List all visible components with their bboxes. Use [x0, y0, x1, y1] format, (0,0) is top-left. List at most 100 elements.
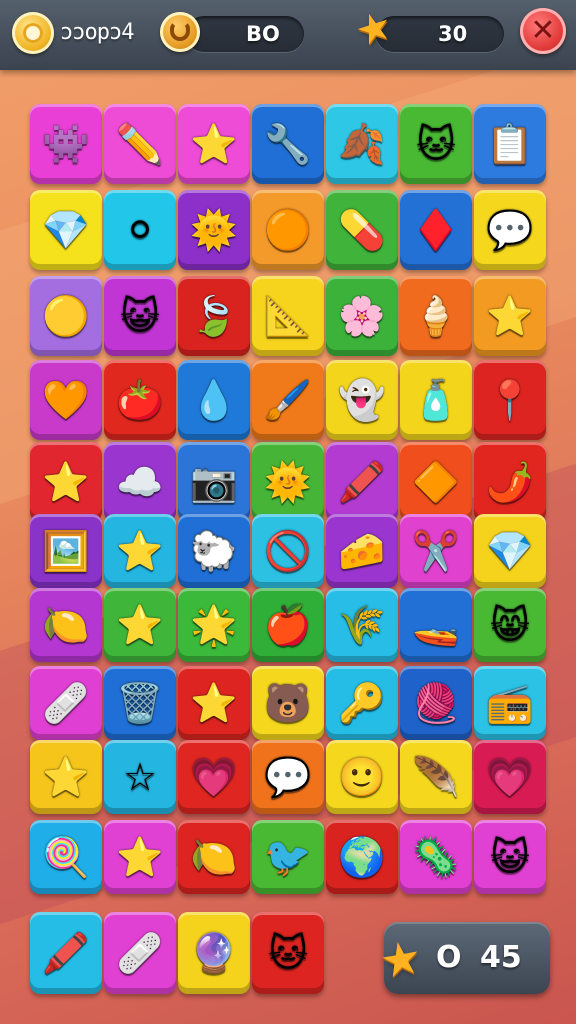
- board-tile[interactable]: ⭐: [474, 276, 546, 356]
- board-tile[interactable]: 🌸: [326, 276, 398, 356]
- board-tile[interactable]: 🐱: [400, 104, 472, 184]
- board-tile[interactable]: 🩹: [104, 912, 176, 994]
- smiling-star-icon: ⭐: [116, 603, 164, 647]
- board-tile[interactable]: 📋: [474, 104, 546, 184]
- board-tile[interactable]: 💗: [178, 740, 250, 814]
- board-tile[interactable]: 🐦: [252, 820, 324, 894]
- orange-face-icon: 🙂: [338, 755, 386, 799]
- board-tile[interactable]: 💎: [30, 190, 102, 270]
- board-tile[interactable]: 🍂: [326, 104, 398, 184]
- board-tile[interactable]: 🔮: [178, 912, 250, 994]
- board-tile[interactable]: 🍋: [178, 820, 250, 894]
- board-tile[interactable]: 🌟: [178, 588, 250, 662]
- board-tile[interactable]: ⭐: [30, 442, 102, 522]
- board-tile[interactable]: 🦠: [400, 820, 472, 894]
- board-tile[interactable]: ✂️: [400, 514, 472, 588]
- board-tile[interactable]: ⭐: [104, 514, 176, 588]
- board-tile[interactable]: 🍅: [104, 360, 176, 440]
- board-tile[interactable]: 🚤: [400, 588, 472, 662]
- board-tile[interactable]: 💎: [474, 514, 546, 588]
- board-tile[interactable]: 💧: [178, 360, 250, 440]
- board-tile[interactable]: 🧴: [400, 360, 472, 440]
- board-tile[interactable]: 📍: [474, 360, 546, 440]
- board-tile[interactable]: ⭐: [178, 104, 250, 184]
- board-tile[interactable]: 🐱: [252, 912, 324, 994]
- board-tile[interactable]: 😺: [104, 276, 176, 356]
- board-tile[interactable]: 🍦: [400, 276, 472, 356]
- speech-ring-icon: 💬: [486, 208, 534, 252]
- pink-ghost-icon: 👻: [338, 378, 386, 422]
- board-tile[interactable]: 📷: [178, 442, 250, 522]
- board-tile[interactable]: 🟡: [30, 276, 102, 356]
- score-panel: ★ O 45: [376, 922, 550, 994]
- board-tile[interactable]: 🖼️: [30, 514, 102, 588]
- board-tile[interactable]: 🟠: [252, 190, 324, 270]
- board-tile[interactable]: 🖍️: [326, 442, 398, 522]
- yellow-key-icon: 🔑: [338, 681, 386, 725]
- board-tile[interactable]: 🩹: [30, 666, 102, 740]
- cookie-star-icon: ⭐: [116, 529, 164, 573]
- board-tile[interactable]: ⭐: [104, 820, 176, 894]
- crayon-icon: 🖍️: [42, 931, 90, 975]
- board-tile[interactable]: 🖌️: [252, 360, 324, 440]
- board-tile[interactable]: 🌞: [178, 190, 250, 270]
- board-tile[interactable]: 🌶️: [474, 442, 546, 522]
- close-button[interactable]: ✕: [520, 8, 566, 54]
- board-tile[interactable]: 🧡: [30, 360, 102, 440]
- board-tile[interactable]: 🍃: [178, 276, 250, 356]
- board-tile[interactable]: 🙂: [326, 740, 398, 814]
- orange-blob-icon: 🟠: [264, 208, 312, 252]
- blue-monster-icon: 👾: [42, 122, 90, 166]
- board-tile[interactable]: 🚫: [252, 514, 324, 588]
- board-tile[interactable]: 💊: [326, 190, 398, 270]
- board-tile[interactable]: 🐑: [178, 514, 250, 588]
- board-tile[interactable]: 🐻: [252, 666, 324, 740]
- blue-feather-icon: 🪶: [412, 755, 460, 799]
- board-tile[interactable]: ✏️: [104, 104, 176, 184]
- board-tile[interactable]: 🍋: [30, 588, 102, 662]
- wire-ball-icon: 🧶: [412, 681, 460, 725]
- board-tile[interactable]: 💗: [474, 740, 546, 814]
- board-tile[interactable]: ☁️: [104, 442, 176, 522]
- board-tile[interactable]: 📐: [252, 276, 324, 356]
- board-tile[interactable]: 😺: [474, 820, 546, 894]
- board-tile[interactable]: 🖍️: [30, 912, 102, 994]
- green-star-icon: ⭐: [190, 681, 238, 725]
- board-tile[interactable]: 🔶: [400, 442, 472, 522]
- board-tile[interactable]: ☆: [104, 740, 176, 814]
- pink-eraser-icon: 🩹: [42, 681, 90, 725]
- top-bar: ɔɔopɔ4 BO 30 ★ ✕: [0, 0, 576, 70]
- board-tile[interactable]: 👾: [30, 104, 102, 184]
- board-tile[interactable]: 💬: [474, 190, 546, 270]
- board-tile[interactable]: 🔧: [252, 104, 324, 184]
- board-tile[interactable]: 🧀: [326, 514, 398, 588]
- board-tile[interactable]: 🧶: [400, 666, 472, 740]
- board-tile[interactable]: 🗑️: [104, 666, 176, 740]
- board-tile[interactable]: 😸: [474, 588, 546, 662]
- compass-tool-icon: 📐: [264, 294, 312, 338]
- smiling-star-icon: ⭐: [190, 122, 238, 166]
- board-tile[interactable]: ⭐: [30, 740, 102, 814]
- board-tile[interactable]: ⭐: [104, 588, 176, 662]
- board-tile[interactable]: 🌾: [326, 588, 398, 662]
- fox-face-icon: 🐱: [268, 931, 308, 975]
- board-tile[interactable]: 🪶: [400, 740, 472, 814]
- board-tile[interactable]: ♦️: [400, 190, 472, 270]
- pink-ball-icon: 🔮: [190, 931, 238, 975]
- radio-icon: 📻: [486, 681, 534, 725]
- board-tile[interactable]: 📻: [474, 666, 546, 740]
- score-left-value: O: [436, 940, 462, 975]
- board-tile[interactable]: 👻: [326, 360, 398, 440]
- board-tile[interactable]: 🍎: [252, 588, 324, 662]
- picture-card-icon: 🖼️: [42, 529, 90, 573]
- smiling-star-icon: ⭐: [42, 460, 90, 504]
- board-tile[interactable]: 🔑: [326, 666, 398, 740]
- teal-starfish-icon: ⭐: [486, 294, 534, 338]
- board-tile[interactable]: ⭐: [178, 666, 250, 740]
- board-tile[interactable]: 🌞: [252, 442, 324, 522]
- board-tile[interactable]: 💬: [252, 740, 324, 814]
- board-tile[interactable]: ⚪: [104, 190, 176, 270]
- board-tile[interactable]: 🌍: [326, 820, 398, 894]
- grabber-tool-icon: 🔧: [264, 122, 312, 166]
- board-tile[interactable]: 🍭: [30, 820, 102, 894]
